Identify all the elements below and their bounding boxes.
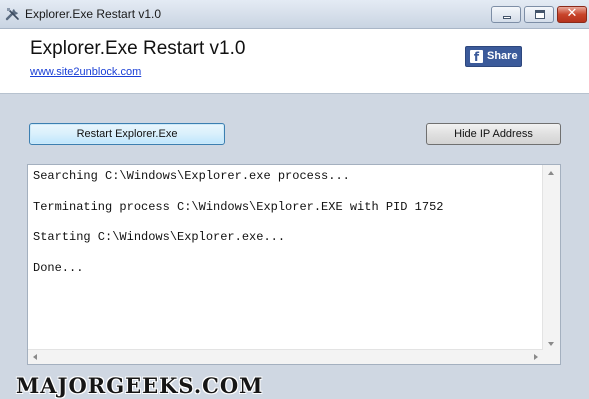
log-line: Searching C:\Windows\Explorer.exe proces… — [33, 169, 350, 183]
vertical-scrollbar[interactable] — [542, 165, 560, 351]
scroll-down-icon[interactable] — [548, 342, 554, 346]
log-line: Terminating process C:\Windows\Explorer.… — [33, 199, 444, 214]
hide-ip-button[interactable]: Hide IP Address — [426, 123, 561, 145]
close-button[interactable]: ✕ — [557, 6, 587, 23]
maximize-button[interactable] — [524, 6, 554, 23]
watermark: MAJORGEEKS.COM — [16, 373, 264, 398]
maximize-icon — [535, 10, 545, 19]
log-line: Starting C:\Windows\Explorer.exe... — [33, 230, 286, 244]
scroll-right-icon[interactable] — [534, 354, 538, 360]
minimize-button[interactable] — [491, 6, 521, 23]
scrollbar-corner — [543, 350, 560, 364]
restart-explorer-button[interactable]: Restart Explorer.Exe — [29, 123, 225, 145]
log-line: Done... — [33, 260, 84, 275]
tools-icon — [5, 8, 19, 21]
horizontal-scrollbar[interactable] — [28, 349, 543, 364]
log-lines: Searching C:\Windows\Explorer.exe proces… — [33, 169, 443, 291]
app-title: Explorer.Exe Restart v1.0 — [30, 38, 246, 59]
title-bar: Explorer.Exe Restart v1.0 ✕ — [0, 0, 589, 29]
site-link[interactable]: www.site2unblock.com — [30, 66, 141, 78]
window-title: Explorer.Exe Restart v1.0 — [25, 7, 162, 21]
facebook-share-button[interactable]: f Share — [465, 46, 522, 67]
scroll-up-icon[interactable] — [548, 171, 554, 175]
log-output[interactable]: Searching C:\Windows\Explorer.exe proces… — [27, 164, 561, 365]
share-label: Share — [487, 50, 518, 62]
scroll-left-icon[interactable] — [33, 354, 37, 360]
close-icon: ✕ — [566, 6, 578, 21]
facebook-icon: f — [470, 50, 483, 63]
app-header: Explorer.Exe Restart v1.0 www.site2unblo… — [0, 29, 589, 94]
minimize-icon — [503, 16, 511, 19]
